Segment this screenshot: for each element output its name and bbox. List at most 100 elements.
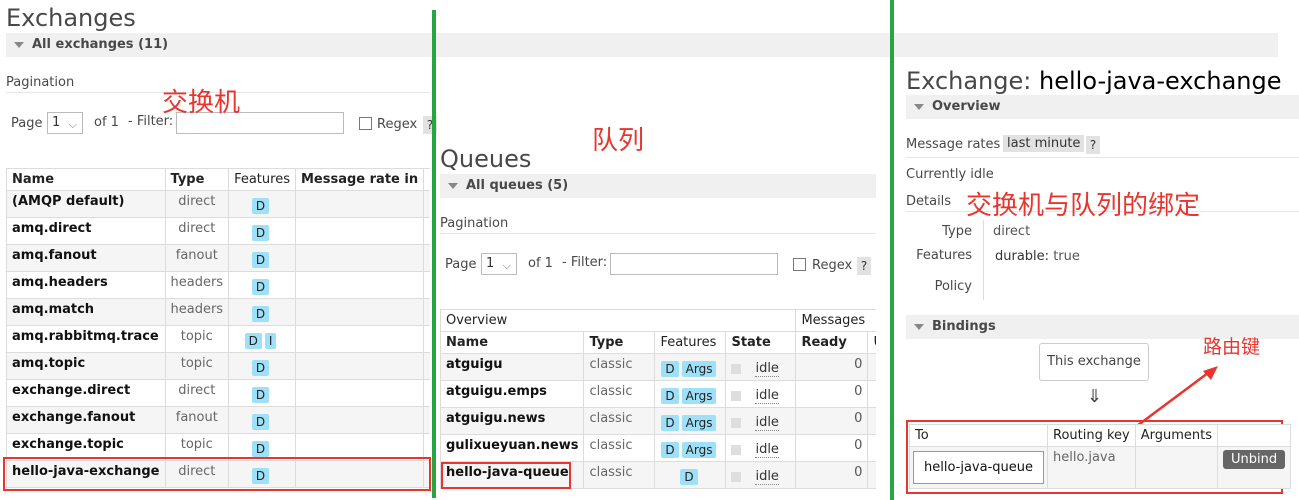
exchange-name-link[interactable]: amq.headers xyxy=(6,271,166,299)
currently-idle-text: Currently idle xyxy=(906,167,994,182)
exchange-name-link[interactable]: exchange.direct xyxy=(6,379,166,407)
exchanges-regex-checkbox[interactable] xyxy=(359,117,372,130)
state-indicator-icon xyxy=(731,417,742,428)
queue-state-text: idle xyxy=(755,388,779,404)
feature-badge: D xyxy=(244,332,262,349)
col-type[interactable]: Type xyxy=(164,168,230,191)
queue-state: idle xyxy=(725,353,797,381)
queue-features: D Args xyxy=(654,353,727,381)
queues-regex-label: Regex xyxy=(812,258,853,273)
exchange-features: D xyxy=(228,271,296,299)
queue-state-text: idle xyxy=(755,415,779,431)
queue-row: atguigu.emps classic D Args idle 0 xyxy=(440,380,876,408)
exchange-rate-out xyxy=(423,190,430,218)
queue-type: classic xyxy=(583,461,656,489)
queue-type: classic xyxy=(583,407,656,435)
queue-state-text: idle xyxy=(755,469,779,485)
col-unacked[interactable]: Un xyxy=(867,331,876,354)
queue-row: gulixueyuan.news classic D Args idle 0 xyxy=(440,434,876,462)
exchange-name-link[interactable]: amq.match xyxy=(6,298,166,326)
hello-java-queue-highlight xyxy=(441,462,571,489)
exchange-type: direct xyxy=(164,217,230,245)
message-rates-help-button[interactable]: ? xyxy=(1086,136,1100,154)
queue-state: idle xyxy=(725,461,797,489)
queues-filter-input[interactable] xyxy=(610,253,778,275)
feature-badge: D xyxy=(661,441,679,458)
last-minute-select[interactable]: last minute xyxy=(1003,135,1085,152)
col-type[interactable]: Type xyxy=(583,331,656,354)
exchange-name-link[interactable]: amq.fanout xyxy=(6,244,166,272)
queue-name-link[interactable]: gulixueyuan.news xyxy=(440,434,585,462)
exchange-row: exchange.direct direct D xyxy=(6,379,430,407)
exchange-name-link[interactable]: amq.topic xyxy=(6,352,166,380)
exchanges-section-header[interactable]: All exchanges (11) xyxy=(6,33,1278,57)
queue-name-link[interactable]: atguigu xyxy=(440,353,585,381)
queue-type: classic xyxy=(583,434,656,462)
col-state[interactable]: State xyxy=(725,331,797,354)
col-name[interactable]: Name xyxy=(440,331,585,354)
queues-regex-help-button[interactable]: ? xyxy=(857,257,871,275)
binding-annotation: 交换机与队列的绑定 xyxy=(966,191,1201,221)
exchange-rate-in xyxy=(294,379,425,407)
queues-page-label: Page xyxy=(445,257,477,272)
queues-section-label: All queues (5) xyxy=(466,178,569,193)
col-arguments: Arguments xyxy=(1134,424,1219,447)
feature-badge: D xyxy=(251,440,270,457)
queues-page-select[interactable]: 1 ⌵ xyxy=(481,253,517,275)
queue-unacked xyxy=(867,434,876,462)
exchanges-page-value: 1 xyxy=(52,115,61,130)
exchange-row: amq.headers headers D xyxy=(6,271,430,299)
details-vertical-rule xyxy=(983,220,984,300)
exchange-name-link[interactable]: (AMQP default) xyxy=(6,190,166,218)
queue-ready: 0 xyxy=(795,353,869,381)
exchange-rate-in xyxy=(294,190,425,218)
exchanges-title: Exchanges xyxy=(6,4,136,32)
col-message-rate-in[interactable]: Message rate in xyxy=(294,168,425,191)
group-overview: Overview xyxy=(440,309,797,332)
queue-state: idle xyxy=(725,407,797,435)
exchange-features: D xyxy=(228,217,296,245)
queue-state: idle xyxy=(725,380,797,408)
exchange-type: topic xyxy=(164,352,230,380)
feature-badge: D xyxy=(680,468,698,485)
exchanges-annotation: 交换机 xyxy=(162,88,241,118)
unbind-button[interactable]: Unbind xyxy=(1223,450,1286,469)
durable-value: true xyxy=(1053,249,1080,264)
panel-divider-left xyxy=(432,10,436,498)
col-features: Features xyxy=(654,331,727,354)
feature-badge: D xyxy=(251,359,270,376)
queues-section-header[interactable]: All queues (5) xyxy=(440,174,876,198)
queue-unacked xyxy=(867,353,876,381)
durable-key: durable: xyxy=(995,249,1050,264)
exchange-overview-header[interactable]: Overview xyxy=(906,95,1299,119)
exchange-name-link[interactable]: amq.rabbitmq.trace xyxy=(6,325,166,353)
col-message-rate-out[interactable]: Me xyxy=(423,168,430,191)
queues-pagination-divider xyxy=(440,233,876,234)
col-ready[interactable]: Ready xyxy=(795,331,869,354)
queue-unacked xyxy=(867,380,876,408)
exchange-rate-in xyxy=(294,244,425,272)
queues-regex-checkbox[interactable] xyxy=(793,258,806,271)
exchange-rate-in xyxy=(294,352,425,380)
col-name[interactable]: Name xyxy=(6,168,166,191)
exchange-rate-out xyxy=(423,244,430,272)
exchanges-page-select[interactable]: 1 ⌵ xyxy=(47,112,83,134)
exchange-row: (AMQP default) direct D xyxy=(6,190,430,218)
queue-name-link[interactable]: atguigu.emps xyxy=(440,380,585,408)
queues-pagination-label: Pagination xyxy=(440,216,509,231)
exchange-name-link[interactable]: exchange.fanout xyxy=(6,406,166,434)
exchange-type: headers xyxy=(164,298,230,326)
queue-name-link[interactable]: atguigu.news xyxy=(440,407,585,435)
type-label: Type xyxy=(942,224,972,239)
exchange-type: fanout xyxy=(164,406,230,434)
queue-ready: 0 xyxy=(795,407,869,435)
exchange-row: amq.topic topic D xyxy=(6,352,430,380)
exchange-rate-in xyxy=(294,271,425,299)
binding-destination-link[interactable]: hello-java-queue xyxy=(913,451,1045,484)
exchange-rate-out xyxy=(423,298,430,326)
exchange-name-link[interactable]: amq.direct xyxy=(6,217,166,245)
bindings-table: To Routing key Arguments hello-java-queu… xyxy=(908,424,1292,489)
routing-key-annotation: 路由键 xyxy=(1203,336,1261,358)
policy-label: Policy xyxy=(934,279,972,294)
feature-badge: D xyxy=(251,251,270,268)
